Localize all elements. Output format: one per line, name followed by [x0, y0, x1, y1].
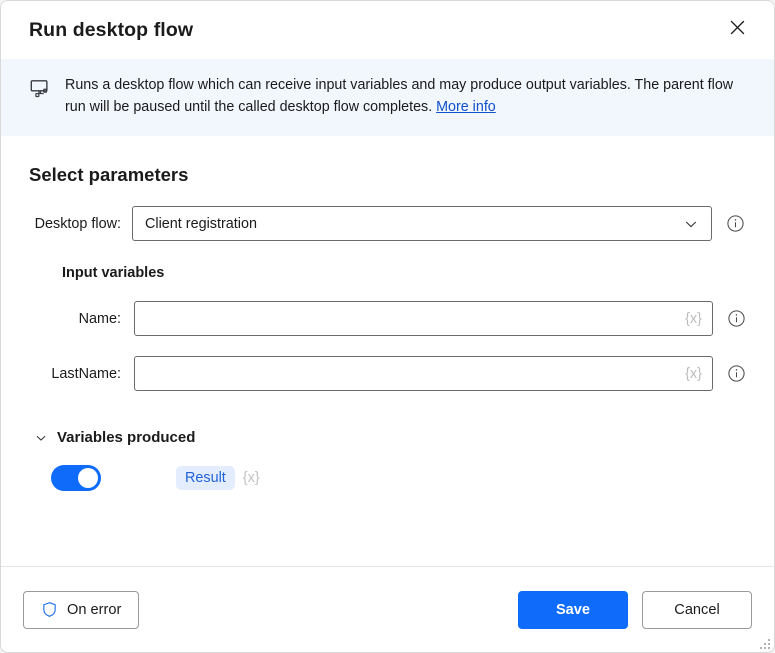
- close-button[interactable]: [720, 13, 754, 47]
- dialog-footer: On error Save Cancel: [1, 566, 774, 652]
- name-input[interactable]: [135, 302, 712, 336]
- result-variable-picker-icon[interactable]: {x}: [243, 470, 260, 486]
- dialog-titlebar: Run desktop flow: [1, 1, 774, 59]
- desktop-flow-selected-value: Client registration: [145, 215, 257, 232]
- desktop-flow-dropdown[interactable]: Client registration: [132, 206, 712, 242]
- field-row-name: Name: {x}: [29, 301, 746, 337]
- section-title-select-parameters: Select parameters: [29, 164, 189, 186]
- desktop-flow-icon: [29, 78, 51, 105]
- lastname-input[interactable]: [135, 357, 712, 391]
- variables-produced-row: Result {x}: [51, 465, 746, 492]
- desktop-flow-label: Desktop flow:: [34, 215, 121, 232]
- toggle-knob: [78, 468, 98, 489]
- field-row-desktop-flow: Desktop flow: Client registration: [29, 206, 746, 242]
- desktop-flow-info-icon[interactable]: [726, 214, 745, 233]
- resize-grip-icon[interactable]: [757, 636, 770, 649]
- variables-produced-title: Variables produced: [57, 429, 196, 447]
- name-variable-picker-icon[interactable]: {x}: [685, 311, 702, 327]
- name-input-container: {x}: [134, 301, 713, 337]
- on-error-label: On error: [67, 601, 122, 618]
- run-desktop-flow-dialog: Run desktop flow Runs a desktop flow whi…: [0, 0, 775, 653]
- chevron-down-icon: [34, 431, 48, 445]
- name-label: Name:: [78, 310, 121, 327]
- banner-text: Runs a desktop flow which can receive in…: [65, 75, 740, 118]
- variables-produced-section: Variables produced Result {x}: [29, 429, 746, 492]
- dialog-body: Select parameters Desktop flow: Client r…: [1, 136, 774, 566]
- name-info-icon[interactable]: [727, 309, 746, 328]
- info-banner: Runs a desktop flow which can receive in…: [1, 59, 774, 137]
- on-error-button[interactable]: On error: [23, 590, 140, 629]
- variables-produced-header[interactable]: Variables produced: [34, 429, 195, 446]
- result-variable-token[interactable]: Result: [176, 466, 235, 491]
- lastname-input-container: {x}: [134, 356, 713, 392]
- chevron-down-icon: [683, 216, 699, 232]
- close-icon: [729, 19, 746, 41]
- input-variables-title: Input variables: [62, 265, 165, 282]
- lastname-variable-picker-icon[interactable]: {x}: [685, 366, 702, 382]
- shield-icon: [41, 601, 58, 618]
- save-button[interactable]: Save: [518, 590, 628, 629]
- lastname-label: LastName:: [51, 365, 121, 382]
- page-title: Run desktop flow: [29, 18, 194, 41]
- lastname-info-icon[interactable]: [727, 364, 746, 383]
- banner-description: Runs a desktop flow which can receive in…: [65, 77, 734, 115]
- produce-variable-toggle[interactable]: [51, 465, 101, 492]
- more-info-link[interactable]: More info: [436, 99, 496, 115]
- cancel-button[interactable]: Cancel: [642, 590, 752, 629]
- field-row-lastname: LastName: {x}: [29, 356, 746, 392]
